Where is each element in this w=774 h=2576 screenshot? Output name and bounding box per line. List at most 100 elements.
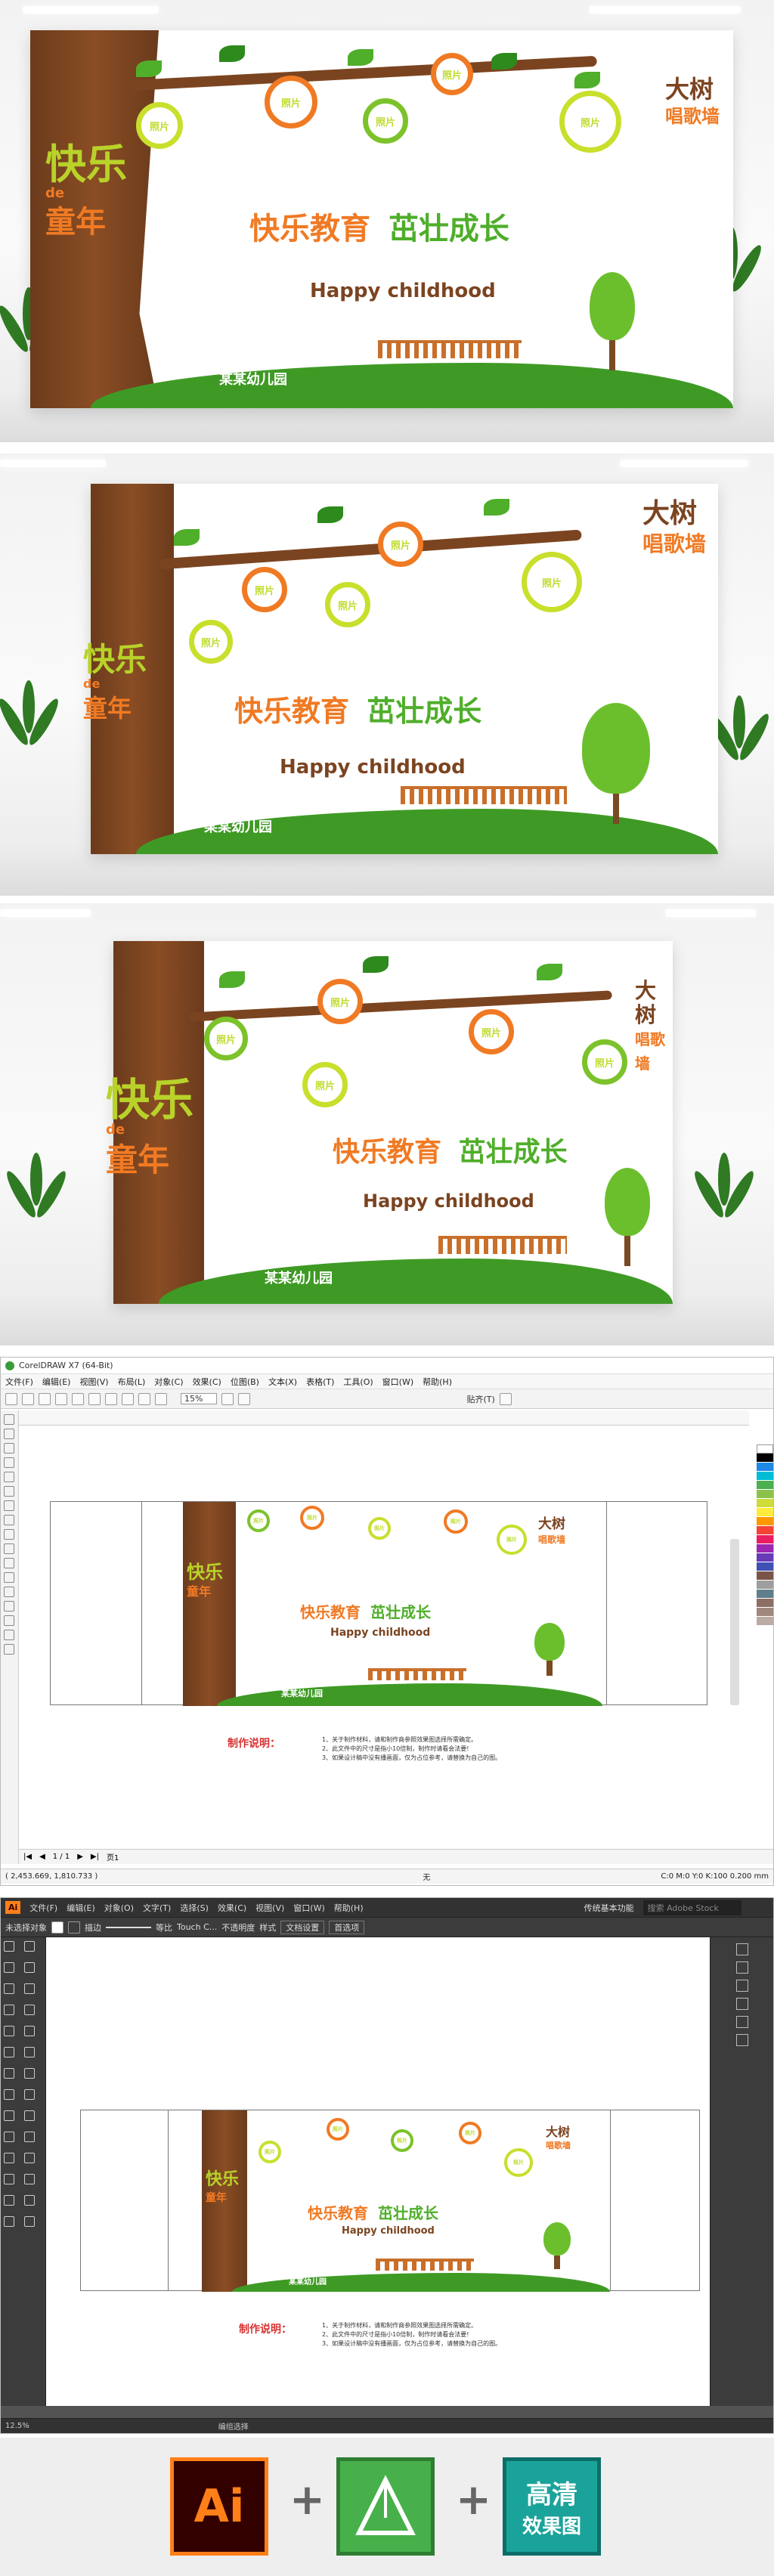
swatches-panel-icon[interactable]: [735, 1961, 748, 1974]
workspace-switcher[interactable]: 传统基本功能: [584, 1902, 634, 1914]
interactive-fill-icon[interactable]: [4, 1630, 14, 1640]
swatch[interactable]: [757, 1526, 773, 1535]
menu-select[interactable]: 选择(S): [180, 1902, 209, 1914]
pencil-icon[interactable]: [4, 2047, 14, 2057]
menu-object[interactable]: 对象(C): [154, 1376, 183, 1388]
rectangle-tool-icon[interactable]: [4, 1500, 14, 1511]
swatch[interactable]: [757, 1535, 773, 1544]
menu-type[interactable]: 文字(T): [143, 1902, 171, 1914]
menu-help[interactable]: 帮助(H): [423, 1376, 452, 1388]
swatch[interactable]: [757, 1499, 773, 1508]
eraser-icon[interactable]: [24, 2047, 36, 2057]
menu-object[interactable]: 对象(O): [104, 1902, 134, 1914]
eyedropper-icon[interactable]: [4, 1615, 14, 1626]
selection-tool-icon[interactable]: [4, 1941, 14, 1952]
magic-wand-icon[interactable]: [4, 1962, 14, 1973]
free-transform-icon[interactable]: [24, 2089, 36, 2100]
shape-tool-icon[interactable]: [4, 1429, 14, 1439]
vertical-scrollbar[interactable]: [730, 1539, 739, 1705]
swatch-black[interactable]: [757, 1454, 773, 1463]
swatch[interactable]: [757, 1490, 773, 1499]
swatch[interactable]: [757, 1562, 773, 1571]
menu-window[interactable]: 窗口(W): [293, 1902, 324, 1914]
open-icon[interactable]: [22, 1392, 34, 1405]
menu-effect[interactable]: 效果(C): [218, 1902, 246, 1914]
copy-icon[interactable]: [72, 1392, 84, 1405]
document-setup-button[interactable]: 文档设置: [280, 1920, 325, 1934]
drop-shadow-icon[interactable]: [4, 1587, 14, 1597]
menu-edit[interactable]: 编辑(E): [42, 1376, 71, 1388]
zoom-select[interactable]: 15%: [181, 1393, 218, 1404]
full-screen-icon[interactable]: [221, 1392, 234, 1405]
zoom-level[interactable]: 12.5%: [5, 2422, 29, 2430]
gradient-icon[interactable]: [24, 2132, 36, 2142]
opacity-label[interactable]: 不透明度: [221, 1921, 255, 1934]
page-tab[interactable]: 页1: [107, 1851, 119, 1862]
shape-builder-icon[interactable]: [4, 2110, 14, 2121]
preferences-button[interactable]: 首选项: [329, 1920, 365, 1934]
polygon-tool-icon[interactable]: [4, 1529, 14, 1540]
zoom-tool-icon[interactable]: [4, 1457, 14, 1468]
paste-icon[interactable]: [88, 1392, 101, 1405]
swatch[interactable]: [757, 1581, 773, 1590]
swatch[interactable]: [757, 1571, 773, 1581]
symbols-panel-icon[interactable]: [735, 1998, 748, 2010]
type-tool-icon[interactable]: [4, 2005, 14, 2015]
menu-file[interactable]: 文件(F): [5, 1376, 33, 1388]
menu-window[interactable]: 窗口(W): [382, 1376, 413, 1388]
curvature-icon[interactable]: [24, 1983, 36, 1994]
rulers-icon[interactable]: [238, 1392, 251, 1405]
slice-icon[interactable]: [24, 2195, 36, 2206]
scale-icon[interactable]: [24, 2068, 36, 2079]
swatch[interactable]: [757, 1463, 773, 1472]
menu-tools[interactable]: 工具(O): [343, 1376, 373, 1388]
rectangle-tool-icon[interactable]: [4, 2026, 14, 2036]
swatch[interactable]: [757, 1553, 773, 1562]
freehand-tool-icon[interactable]: [4, 1472, 14, 1482]
swatch[interactable]: [757, 1599, 773, 1608]
next-page-icon[interactable]: ▶: [77, 1853, 83, 1861]
eyedropper-icon[interactable]: [4, 2153, 14, 2163]
fill-swatch[interactable]: [51, 1921, 63, 1934]
zoom-tool-icon[interactable]: [24, 2216, 36, 2227]
swatch[interactable]: [757, 1590, 773, 1599]
brushes-panel-icon[interactable]: [735, 1980, 748, 1992]
stroke-swatch[interactable]: [68, 1921, 80, 1934]
first-page-icon[interactable]: |◀: [23, 1853, 32, 1861]
swatch[interactable]: [757, 1517, 773, 1526]
menu-effects[interactable]: 效果(C): [193, 1376, 221, 1388]
options-icon[interactable]: [499, 1392, 512, 1405]
menu-layout[interactable]: 布局(L): [118, 1376, 146, 1388]
stroke-panel-icon[interactable]: [735, 2016, 748, 2028]
transparency-tool-icon[interactable]: [4, 1601, 14, 1612]
menu-help[interactable]: 帮助(H): [334, 1902, 364, 1914]
parallel-dimension-icon[interactable]: [4, 1558, 14, 1568]
stock-search-input[interactable]: 搜索 Adobe Stock: [642, 1899, 741, 1915]
direct-selection-icon[interactable]: [24, 1941, 36, 1952]
connector-tool-icon[interactable]: [4, 1572, 14, 1583]
menu-view[interactable]: 视图(V): [255, 1902, 284, 1914]
prev-page-icon[interactable]: ◀: [39, 1853, 45, 1861]
menu-bitmaps[interactable]: 位图(B): [231, 1376, 259, 1388]
stroke-profile[interactable]: [106, 1926, 151, 1928]
text-tool-icon[interactable]: [4, 1543, 14, 1554]
artboard-tool-icon[interactable]: [4, 2195, 14, 2206]
swatch[interactable]: [757, 1472, 773, 1481]
perspective-grid-icon[interactable]: [24, 2110, 36, 2121]
line-tool-icon[interactable]: [24, 2005, 36, 2015]
pick-tool-icon[interactable]: [4, 1414, 14, 1425]
menu-view[interactable]: 视图(V): [79, 1376, 108, 1388]
menu-text[interactable]: 文本(X): [268, 1376, 297, 1388]
menu-edit[interactable]: 编辑(E): [67, 1902, 95, 1914]
layers-panel-icon[interactable]: [735, 2034, 748, 2046]
rotate-icon[interactable]: [4, 2068, 14, 2079]
style-label[interactable]: 样式: [259, 1921, 276, 1934]
width-tool-icon[interactable]: [4, 2089, 14, 2100]
import-icon[interactable]: [138, 1392, 150, 1405]
graph-icon[interactable]: [24, 2174, 36, 2184]
artistic-media-icon[interactable]: [4, 1486, 14, 1497]
hand-tool-icon[interactable]: [4, 2216, 14, 2227]
new-icon[interactable]: [5, 1392, 17, 1405]
crop-tool-icon[interactable]: [4, 1443, 14, 1454]
cut-icon[interactable]: [55, 1392, 67, 1405]
